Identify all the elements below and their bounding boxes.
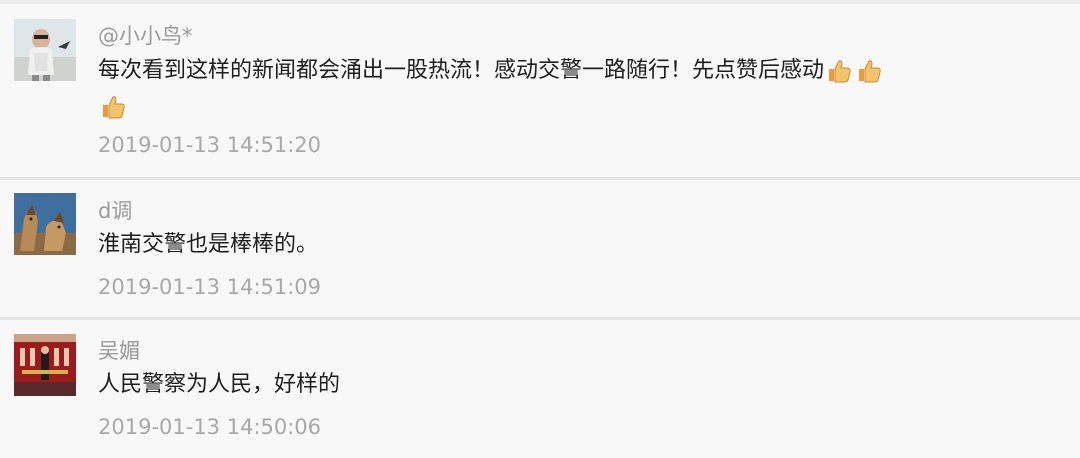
avatar-child-photo xyxy=(14,19,76,81)
thumbs-up-icon xyxy=(99,93,127,121)
comment-username[interactable]: d调 xyxy=(98,198,132,224)
thumbs-up-icon xyxy=(855,57,883,85)
comment-item: @小小鸟* 每次看到这样的新闻都会涌出一股热流！感动交警一路随行！先点赞后感动 … xyxy=(0,4,1080,177)
comment-timestamp: 2019-01-13 14:50:06 xyxy=(98,415,322,439)
comment-username[interactable]: 吴媚 xyxy=(98,338,140,364)
comment-text-body: 每次看到这样的新闻都会涌出一股热流！感动交警一路随行！先点赞后感动 xyxy=(98,58,825,83)
avatar[interactable] xyxy=(14,193,76,255)
comment-timestamp: 2019-01-13 14:51:09 xyxy=(98,275,322,299)
comment-text: 淮南交警也是棒棒的。 xyxy=(98,232,319,257)
comment-text: 每次看到这样的新闻都会涌出一股热流！感动交警一路随行！先点赞后感动 xyxy=(98,54,998,124)
thumbs-up-icon xyxy=(825,57,853,85)
comment-text: 人民警察为人民，好样的 xyxy=(98,372,341,397)
avatar[interactable] xyxy=(14,334,76,396)
comment-timestamp: 2019-01-13 14:51:20 xyxy=(98,133,322,157)
avatar-stage-photo xyxy=(14,334,76,396)
comment-item: d调 淮南交警也是棒棒的。 2019-01-13 14:51:09 xyxy=(0,180,1080,317)
comment-username[interactable]: @小小鸟* xyxy=(98,23,193,49)
avatar-dogs-photo xyxy=(14,193,76,255)
avatar[interactable] xyxy=(14,19,76,81)
comment-item: 吴媚 人民警察为人民，好样的 2019-01-13 14:50:06 xyxy=(0,320,1080,458)
